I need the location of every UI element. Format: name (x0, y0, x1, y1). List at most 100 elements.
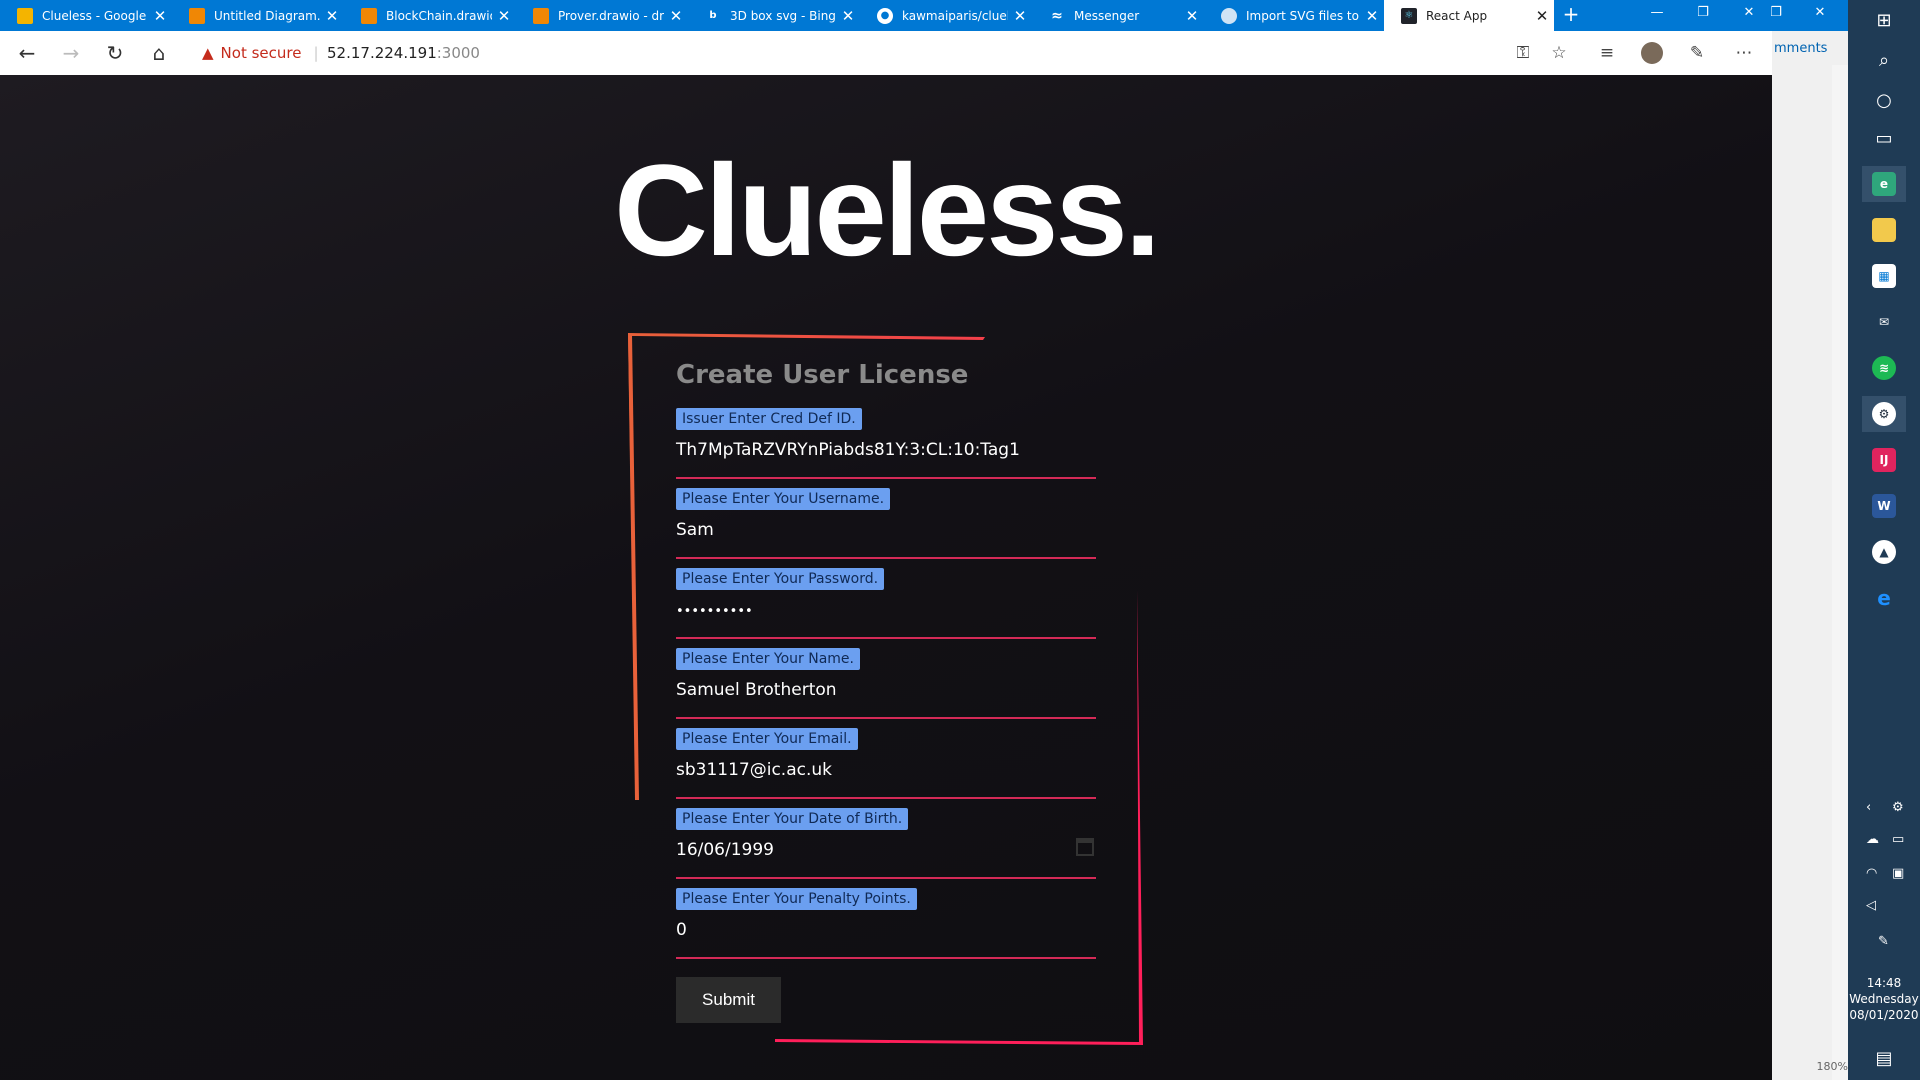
refresh-button[interactable]: ↻ (102, 40, 128, 66)
store-icon[interactable]: ▦ (1862, 258, 1906, 294)
close-icon[interactable]: ✕ (1180, 7, 1204, 25)
close-icon[interactable]: ✕ (148, 7, 172, 25)
battery-icon[interactable]: ▭ (1892, 832, 1904, 847)
restore-button-secondary[interactable]: ❐ (1756, 0, 1796, 31)
field-value[interactable]: Samuel Brotherton (676, 680, 837, 700)
mail-icon[interactable]: ✉ (1862, 304, 1906, 340)
password-field[interactable]: Please Enter Your Password. •••••••••• (676, 568, 1096, 640)
email-field[interactable]: Please Enter Your Email. sb31117@ic.ac.u… (676, 728, 1096, 800)
url-field[interactable]: 52.17.224.191:3000 (327, 44, 480, 62)
task-view-icon[interactable]: ▭ (1862, 120, 1906, 156)
close-icon[interactable]: ✕ (664, 7, 688, 25)
tab-title: kawmaiparis/cluele (902, 8, 1008, 23)
security-indicator[interactable]: ▲ Not secure | (202, 44, 319, 62)
field-label: Please Enter Your Name. (676, 648, 860, 670)
tab-title: BlockChain.drawio - (386, 8, 492, 23)
edge-beta-icon[interactable]: e (1862, 166, 1906, 202)
tab-blockchain-drawio[interactable]: BlockChain.drawio - ✕ (344, 0, 516, 31)
close-icon[interactable]: ✕ (1008, 7, 1032, 25)
security-label: Not secure (220, 44, 302, 62)
chevron-left-icon[interactable]: ‹ (1866, 800, 1871, 815)
clock[interactable]: 14:48 Wednesday 08/01/2020 (1848, 975, 1920, 1023)
start-icon[interactable]: ⊞ (1862, 2, 1906, 38)
tab-messenger[interactable]: ≈ Messenger ✕ (1032, 0, 1204, 31)
field-value[interactable]: sb31117@ic.ac.uk (676, 760, 832, 780)
field-value[interactable]: •••••••••• (676, 604, 753, 619)
form-title: Create User License (676, 360, 969, 390)
tab-github[interactable]: ● kawmaiparis/cluele ✕ (860, 0, 1032, 31)
tab-strip: Clueless - Google Sl ✕ Untitled Diagram.… (0, 0, 1848, 31)
close-icon[interactable]: ✕ (1530, 7, 1554, 25)
key-icon[interactable]: ⚿ (1511, 41, 1535, 65)
volume-icon[interactable]: ◁ (1866, 898, 1876, 913)
field-underline (676, 957, 1096, 959)
forward-button[interactable]: → (58, 40, 84, 66)
action-center-icon[interactable]: ▤ (1862, 1040, 1906, 1076)
field-underline (676, 797, 1096, 799)
tab-import-svg[interactable]: Import SVG files to ✕ (1204, 0, 1384, 31)
close-icon[interactable]: ✕ (492, 7, 516, 25)
field-label: Please Enter Your Username. (676, 488, 891, 510)
drawio-icon (361, 7, 377, 24)
spotify-icon[interactable]: ≋ (1862, 350, 1906, 386)
feedback-icon[interactable]: ✎ (1685, 41, 1709, 65)
edge-legacy-icon[interactable]: e (1862, 580, 1906, 616)
intellij-icon[interactable]: IJ (1862, 442, 1906, 478)
warning-icon: ▲ (202, 44, 214, 62)
tab-clueless-slides[interactable]: Clueless - Google Sl ✕ (0, 0, 172, 31)
close-window-button-secondary[interactable]: ✕ (1800, 0, 1840, 31)
tab-react-app[interactable]: ⚛ React App ✕ (1384, 0, 1554, 31)
field-value[interactable]: Th7MpTaRZVRYnPiabds81Y:3:CL:10:Tag1 (676, 440, 1020, 460)
comments-link[interactable]: mments (1774, 41, 1827, 56)
field-underline (676, 637, 1096, 639)
display-icon[interactable]: ▣ (1892, 866, 1904, 881)
tab-bing[interactable]: b 3D box svg - Bing ir ✕ (688, 0, 860, 31)
more-icon[interactable]: ⋯ (1732, 41, 1756, 65)
close-icon[interactable]: ✕ (836, 7, 860, 25)
cred-def-id-field[interactable]: Issuer Enter Cred Def ID. Th7MpTaRZVRYnP… (676, 408, 1096, 480)
tab-title: Import SVG files to (1246, 8, 1359, 23)
field-underline (676, 877, 1096, 879)
favorite-star-icon[interactable]: ☆ (1547, 41, 1571, 65)
tab-title: Messenger (1074, 8, 1140, 23)
search-icon[interactable]: ⌕ (1862, 42, 1906, 78)
tab-title: Untitled Diagram.dr (214, 8, 320, 23)
photos-icon[interactable]: ▲ (1862, 534, 1906, 570)
close-icon[interactable]: ✕ (1360, 7, 1384, 25)
pen-icon[interactable]: ✎ (1878, 934, 1889, 949)
back-button[interactable]: ← (14, 40, 40, 66)
steam-icon[interactable]: ⚙ (1862, 396, 1906, 432)
favorites-icon[interactable]: ≡ (1595, 41, 1619, 65)
onedrive-icon[interactable]: ☁ (1866, 832, 1879, 847)
field-label: Please Enter Your Penalty Points. (676, 888, 917, 910)
scrollbar[interactable] (1832, 65, 1848, 1080)
field-label: Please Enter Your Email. (676, 728, 858, 750)
url-port: :3000 (436, 44, 480, 62)
date-of-birth-field[interactable]: Please Enter Your Date of Birth. 16/06/1… (676, 808, 1096, 880)
word-icon[interactable]: W (1862, 488, 1906, 524)
field-value[interactable]: Sam (676, 520, 714, 540)
clock-date: 08/01/2020 (1849, 1008, 1919, 1022)
home-button[interactable]: ⌂ (146, 40, 172, 66)
wifi-icon[interactable]: ◠ (1866, 866, 1877, 881)
penalty-points-field[interactable]: Please Enter Your Penalty Points. 0 (676, 888, 1096, 960)
cortana-icon[interactable]: ○ (1862, 82, 1906, 118)
username-field[interactable]: Please Enter Your Username. Sam (676, 488, 1096, 560)
steam-tray-icon[interactable]: ⚙ (1892, 800, 1904, 815)
field-value[interactable]: 16/06/1999 (676, 840, 774, 860)
profile-avatar[interactable] (1640, 41, 1664, 65)
tab-prover-drawio[interactable]: Prover.drawio - dra ✕ (516, 0, 688, 31)
tab-title: 3D box svg - Bing ir (730, 8, 836, 23)
tab-untitled-diagram[interactable]: Untitled Diagram.dr ✕ (172, 0, 344, 31)
minimize-button[interactable]: — (1634, 0, 1680, 31)
submit-button[interactable]: Submit (676, 977, 781, 1023)
close-icon[interactable]: ✕ (320, 7, 344, 25)
field-value[interactable]: 0 (676, 920, 687, 940)
name-field[interactable]: Please Enter Your Name. Samuel Brotherto… (676, 648, 1096, 720)
calendar-icon[interactable] (1076, 838, 1094, 856)
restore-button[interactable]: ❐ (1680, 0, 1726, 31)
cloud-icon (1221, 7, 1237, 24)
tab-title: Prover.drawio - dra (558, 8, 664, 23)
file-explorer-icon[interactable] (1862, 212, 1906, 248)
new-tab-button[interactable]: + (1556, 0, 1586, 31)
